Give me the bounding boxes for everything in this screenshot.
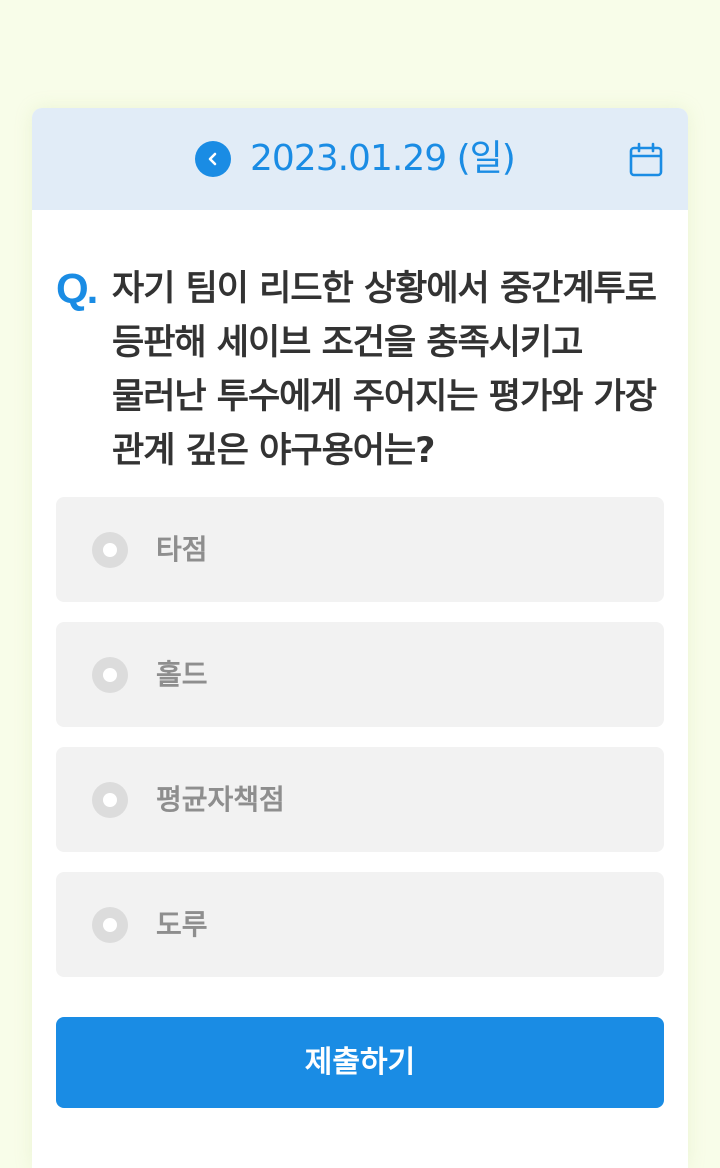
answer-option-1[interactable]: 타점	[56, 497, 664, 602]
calendar-button[interactable]	[628, 142, 664, 178]
option-label: 홀드	[156, 658, 208, 691]
radio-button[interactable]	[92, 532, 128, 568]
question-marker: Q.	[56, 265, 98, 312]
calendar-icon	[629, 142, 663, 177]
option-label: 평균자책점	[156, 783, 285, 816]
radio-button[interactable]	[92, 657, 128, 693]
submit-button[interactable]: 제출하기	[56, 1017, 664, 1108]
radio-button[interactable]	[92, 907, 128, 943]
radio-button[interactable]	[92, 782, 128, 818]
chevron-left-icon	[208, 152, 217, 166]
option-label: 타점	[156, 533, 208, 566]
answer-option-3[interactable]: 평균자책점	[56, 747, 664, 852]
date-header: 2023.01.29 (일)	[32, 108, 688, 210]
prev-date-button[interactable]	[195, 141, 231, 177]
answer-option-2[interactable]: 홀드	[56, 622, 664, 727]
option-label: 도루	[156, 908, 208, 941]
answer-option-4[interactable]: 도루	[56, 872, 664, 977]
question-text: 자기 팀이 리드한 상황에서 중간계투로 등판해 세이브 조건을 충족시키고 물…	[112, 269, 657, 471]
current-date: 2023.01.29 (일)	[250, 138, 516, 179]
quiz-card: 2023.01.29 (일) Q. 자기 팀이 리드한 상황에서 중간계투로 등…	[32, 108, 688, 1168]
